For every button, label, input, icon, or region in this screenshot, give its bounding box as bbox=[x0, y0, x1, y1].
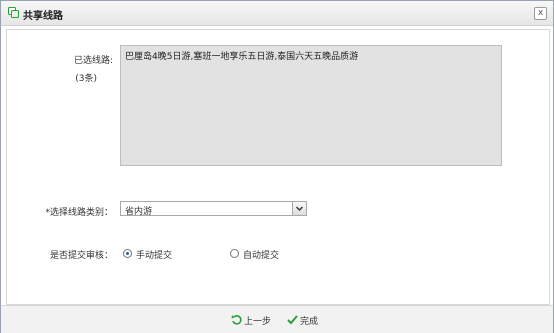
manual-submit-label[interactable]: 手动提交 bbox=[136, 248, 172, 261]
finish-button[interactable]: 完成 bbox=[287, 313, 327, 327]
previous-step-label: 上一步 bbox=[244, 317, 272, 327]
dialog-footer: 上一步 完成 bbox=[1, 305, 553, 333]
selected-routes-label: 已选线路: bbox=[73, 56, 113, 66]
auto-submit-radio[interactable] bbox=[230, 249, 239, 258]
dialog-titlebar: 共享线路 x bbox=[1, 1, 553, 26]
checkmark-icon bbox=[287, 315, 298, 325]
finish-label: 完成 bbox=[300, 317, 319, 327]
previous-step-button[interactable]: 上一步 bbox=[231, 313, 277, 327]
share-routes-dialog: 共享线路 x 已选线路: (3条) 巴厘岛4晚5日游,塞班一地享乐五日游,泰国六… bbox=[0, 0, 554, 333]
selected-routes-count: (3条) bbox=[75, 74, 97, 84]
manual-submit-radio[interactable] bbox=[123, 249, 132, 258]
route-category-select[interactable]: 省内游 bbox=[120, 201, 307, 217]
route-category-label: *选择线路类别： bbox=[45, 208, 113, 218]
dialog-title: 共享线路 bbox=[23, 11, 63, 22]
undo-arrow-icon bbox=[231, 315, 242, 325]
audit-label: 是否提交审核： bbox=[49, 251, 113, 261]
close-button[interactable]: x bbox=[534, 7, 547, 20]
share-routes-icon bbox=[8, 7, 19, 18]
chevron-down-icon[interactable] bbox=[292, 202, 306, 215]
selected-routes-box: 巴厘岛4晚5日游,塞班一地享乐五日游,泰国六天五晚品质游 bbox=[120, 45, 502, 166]
route-category-value: 省内游 bbox=[125, 207, 153, 217]
auto-submit-label[interactable]: 自动提交 bbox=[243, 248, 279, 261]
